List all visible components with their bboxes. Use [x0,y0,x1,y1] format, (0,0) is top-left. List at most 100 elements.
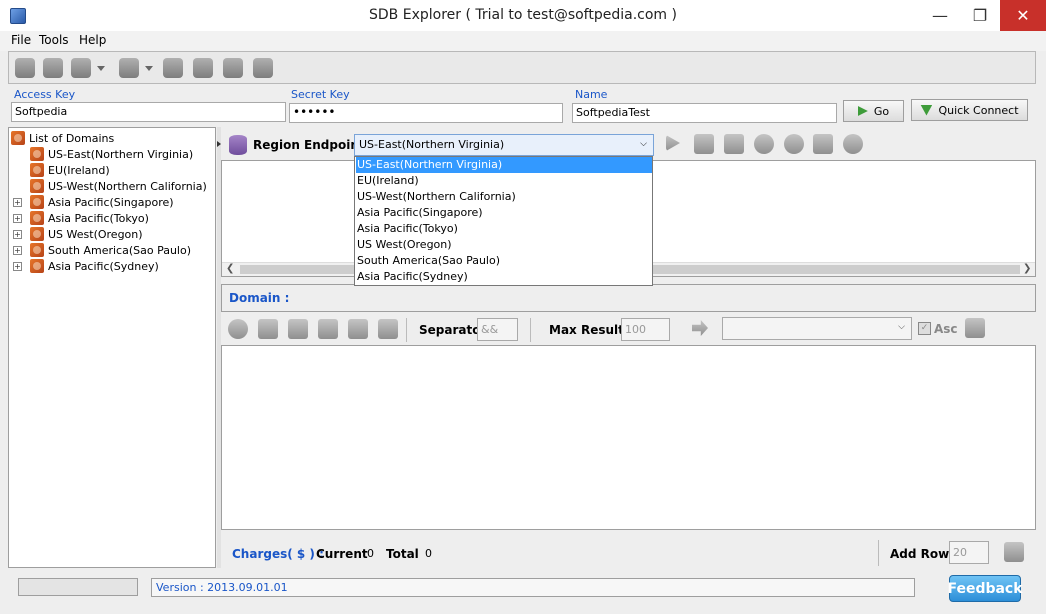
tree-item-oregon[interactable]: + US West(Oregon) [13,226,143,242]
copy-icon[interactable] [694,134,714,154]
region-option[interactable]: South America(Sao Paulo) [356,253,652,269]
expand-icon[interactable]: + [13,197,22,207]
comment-icon[interactable] [813,134,833,154]
quick-connect-button[interactable]: Quick Connect [911,99,1028,121]
feedback-button[interactable]: Feedback [947,575,1023,602]
undo-icon[interactable] [754,134,774,154]
edit-icon[interactable] [223,58,243,78]
asc-label: Asc [934,322,958,336]
results-grid[interactable] [221,345,1036,530]
delete-record-icon[interactable] [288,319,308,339]
region-option[interactable]: EU(Ireland) [356,173,652,189]
version-text: Version : 2013.09.01.01 [156,581,288,594]
region-option[interactable]: US-East(Northern Virginia) [356,157,652,173]
add-record-icon[interactable] [258,319,278,339]
region-option[interactable]: Asia Pacific(Singapore) [356,205,652,221]
tree-item-eu-ireland[interactable]: EU(Ireland) [30,162,110,178]
region-option[interactable]: Asia Pacific(Sydney) [356,269,652,285]
tree-item-sao-paulo[interactable]: + South America(Sao Paulo) [13,242,191,258]
tree-item-singapore[interactable]: + Asia Pacific(Singapore) [13,194,174,210]
region-endpoint-select[interactable]: US-East(Northern Virginia) ⌵ [354,134,654,156]
quick-connect-label: Quick Connect [938,103,1019,117]
export-database-icon[interactable] [71,58,91,78]
expand-icon[interactable]: + [13,261,22,271]
database-icon [30,227,44,241]
minimize-icon[interactable]: — [920,0,960,31]
tree-item-label: EU(Ireland) [48,163,110,177]
database-icon [30,195,44,209]
region-option[interactable]: US West(Oregon) [356,237,652,253]
secret-key-label: Secret Key [291,88,350,101]
region-option[interactable]: Asia Pacific(Tokyo) [356,221,652,237]
disconnect-database-icon[interactable] [43,58,63,78]
region-option[interactable]: US-West(Northern California) [356,189,652,205]
name-input[interactable]: SoftpediaTest [572,103,837,123]
exit-icon[interactable] [253,58,273,78]
current-value: 0 [367,547,374,560]
toolbar-divider [406,318,407,342]
menu-file[interactable]: File [11,33,31,47]
tree-item-tokyo[interactable]: + Asia Pacific(Tokyo) [13,210,149,226]
check-icon[interactable] [318,319,338,339]
close-icon[interactable]: ✕ [1000,0,1046,31]
domains-root-icon [11,131,25,145]
redo-icon[interactable] [784,134,804,154]
help-icon[interactable] [843,134,863,154]
paste-icon[interactable] [724,134,744,154]
import-dropdown-icon[interactable] [145,66,153,71]
tree-item-label: Asia Pacific(Tokyo) [48,211,149,225]
tree-item-us-west-california[interactable]: US-West(Northern California) [30,178,207,194]
run-icon[interactable] [666,135,680,151]
restore-icon[interactable]: ❐ [960,0,1000,31]
region-selected-value: US-East(Northern Virginia) [359,138,505,151]
database-icon [30,243,44,257]
menu-help[interactable]: Help [79,33,106,47]
tree-item-sydney[interactable]: + Asia Pacific(Sydney) [13,258,159,274]
secret-key-input[interactable]: •••••• [289,103,563,123]
max-results-input[interactable]: 100 [621,318,670,341]
chevron-down-icon: ⌵ [898,322,905,332]
database-icon [30,179,44,193]
scroll-right-icon[interactable]: ❯ [1023,263,1031,274]
import-database-icon[interactable] [119,58,139,78]
chevron-down-icon: ⌵ [640,139,647,149]
tree-item-label: Asia Pacific(Sydney) [48,259,159,273]
title-bar: SDB Explorer ( Trial to test@softpedia.c… [0,0,1046,32]
next-arrow-icon[interactable] [692,320,708,336]
asc-checkbox[interactable]: ✓ [918,322,931,335]
add-rows-icon[interactable] [1004,542,1024,562]
separator-input[interactable]: && [477,318,518,341]
tree-item-us-east[interactable]: US-East(Northern Virginia) [30,146,193,162]
sort-attribute-select[interactable]: ⌵ [722,317,912,340]
quick-connect-icon [920,104,933,116]
tree-item-label: US-East(Northern Virginia) [48,147,194,161]
add-rows-label: Add Rows [890,547,957,561]
connect-database-icon[interactable] [15,58,35,78]
save-icon[interactable] [378,319,398,339]
export-dropdown-icon[interactable] [97,66,105,71]
database-icon [30,163,44,177]
tree-root[interactable]: List of Domains [11,130,114,146]
list-icon[interactable] [348,319,368,339]
users-icon[interactable] [193,58,213,78]
add-rows-input[interactable]: 20 [949,541,989,564]
domain-tree: List of Domains US-East(Northern Virgini… [8,127,216,568]
domain-label: Domain : [229,291,290,305]
expand-icon[interactable]: + [13,245,22,255]
collapse-arrow-icon[interactable] [217,141,221,147]
database-icon [30,211,44,225]
expand-icon[interactable]: + [13,229,22,239]
expand-icon[interactable]: + [13,213,22,223]
export-results-icon[interactable] [965,318,985,338]
scroll-left-icon[interactable]: ❮ [226,263,234,274]
refresh-database-icon[interactable] [163,58,183,78]
max-results-label: Max Results [549,323,632,337]
menu-tools[interactable]: Tools [39,33,69,47]
go-button[interactable]: Go [843,100,904,122]
tree-item-label: South America(Sao Paulo) [48,243,192,257]
refresh-icon[interactable] [228,319,248,339]
tree-item-label: Asia Pacific(Singapore) [48,195,174,209]
access-key-input[interactable]: Softpedia [11,102,286,122]
region-dropdown-list: US-East(Northern Virginia) EU(Ireland) U… [354,156,653,286]
charges-label: Charges( $ ) : [232,547,324,561]
